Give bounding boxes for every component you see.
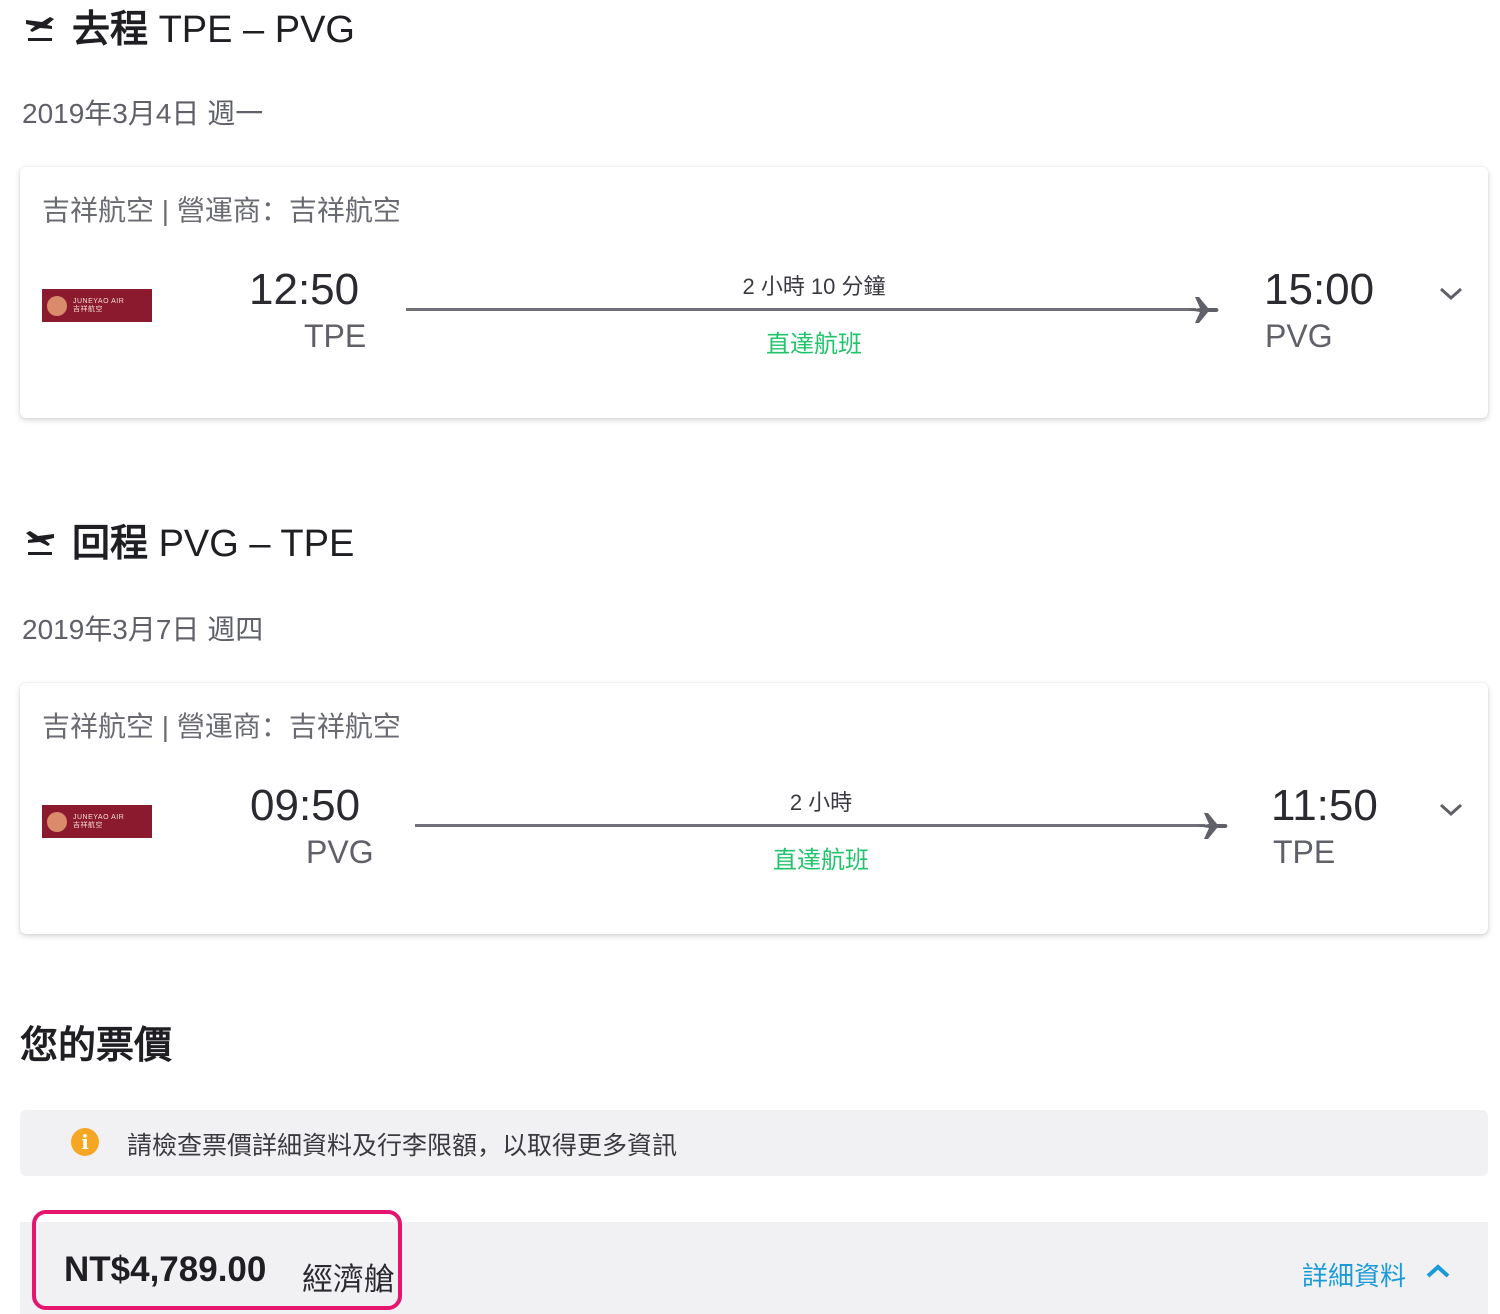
- airline-logo-zh: 吉祥航空: [73, 821, 103, 829]
- inbound-carrier: 吉祥航空 | 營運商：吉祥航空: [42, 711, 401, 742]
- airline-logo-mark: [47, 811, 67, 832]
- route-line: [406, 308, 1196, 311]
- depart-time: 09:50: [250, 781, 361, 830]
- fare-summary-bar[interactable]: NT$4,789.00 經濟艙 詳細資料: [20, 1210, 1488, 1314]
- direct-flight-label: 直達航班: [773, 847, 869, 874]
- airline-logo-text: JUNEYAO AIR 吉祥航空: [73, 814, 124, 830]
- airline-logo: JUNEYAO AIR 吉祥航空: [42, 289, 152, 322]
- inbound-flight-card[interactable]: 吉祥航空 | 營運商：吉祥航空 JUNEYAO AIR 吉祥航空 09:50 P…: [20, 683, 1488, 934]
- airline-logo-en: JUNEYAO AIR: [73, 813, 125, 821]
- airline-logo-text: JUNEYAO AIR 吉祥航空: [73, 298, 124, 314]
- inbound-date: 2019年3月7日 週四: [22, 614, 264, 645]
- fare-section-title: 您的票價: [20, 1025, 173, 1067]
- chevron-up-icon[interactable]: [1425, 1262, 1451, 1280]
- outbound-title: 去程 TPE – PVG: [72, 8, 355, 52]
- depart-code: TPE: [304, 318, 367, 354]
- inbound-route: PVG – TPE: [158, 523, 355, 565]
- airline-logo-zh: 吉祥航空: [73, 305, 103, 313]
- flight-duration: 2 小時 10 分鐘: [742, 274, 886, 299]
- direct-flight-label: 直達航班: [766, 331, 862, 358]
- details-link[interactable]: 詳細資料: [1302, 1256, 1406, 1293]
- outbound-carrier: 吉祥航空 | 營運商：吉祥航空: [42, 195, 401, 226]
- depart-time: 12:50: [249, 265, 360, 314]
- landing-icon: [26, 531, 54, 555]
- fare-notice: i 請檢查票價詳細資料及行李限額，以取得更多資訊: [20, 1110, 1488, 1176]
- plane-arrow-icon: [1197, 813, 1228, 839]
- airline-logo-mark: [47, 295, 67, 316]
- takeoff-icon: [26, 17, 54, 41]
- inbound-label: 回程: [72, 523, 149, 565]
- arrive-time: 11:50: [1271, 781, 1378, 830]
- fare-price: NT$4,789.00: [64, 1250, 267, 1289]
- depart-code: PVG: [306, 834, 374, 870]
- info-icon: i: [71, 1128, 99, 1156]
- outbound-date: 2019年3月4日 週一: [22, 98, 264, 129]
- fare-cabin-class: 經濟艙: [302, 1262, 395, 1297]
- outbound-label: 去程: [72, 9, 149, 51]
- flight-duration: 2 小時: [789, 790, 853, 815]
- arrive-code: PVG: [1265, 318, 1333, 354]
- chevron-down-icon[interactable]: [1438, 801, 1464, 819]
- airline-logo: JUNEYAO AIR 吉祥航空: [42, 805, 152, 838]
- fare-notice-text: 請檢查票價詳細資料及行李限額，以取得更多資訊: [127, 1132, 678, 1160]
- arrive-time: 15:00: [1264, 265, 1375, 314]
- route-line: [415, 824, 1205, 827]
- inbound-header: 回程 PVG – TPE: [22, 522, 354, 566]
- plane-arrow-icon: [1188, 297, 1219, 323]
- airline-logo-en: JUNEYAO AIR: [73, 297, 125, 305]
- arrive-code: TPE: [1273, 834, 1336, 870]
- outbound-flight-card[interactable]: 吉祥航空 | 營運商：吉祥航空 JUNEYAO AIR 吉祥航空 12:50 T…: [20, 167, 1488, 418]
- inbound-title: 回程 PVG – TPE: [72, 522, 354, 566]
- outbound-header: 去程 TPE – PVG: [22, 8, 355, 52]
- chevron-down-icon[interactable]: [1438, 285, 1464, 303]
- outbound-route: TPE – PVG: [158, 9, 355, 51]
